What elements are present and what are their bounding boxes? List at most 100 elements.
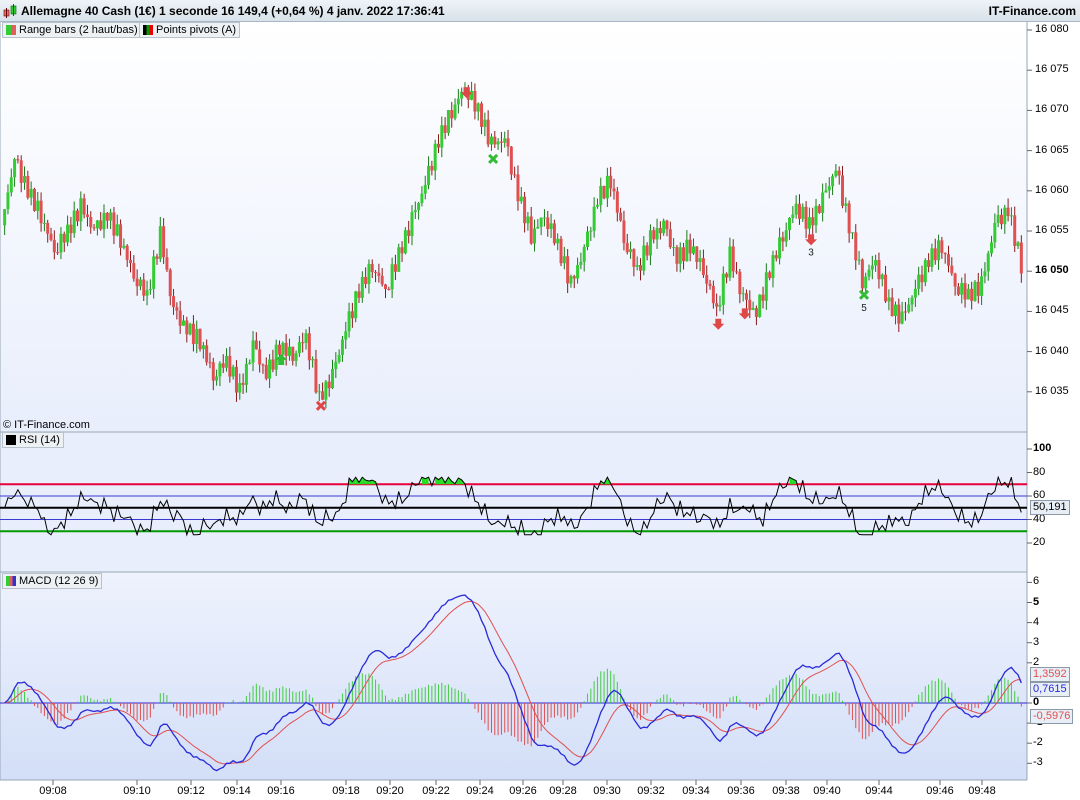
legend-label: Range bars (2 haut/bas)	[19, 24, 138, 36]
candle-up	[344, 331, 348, 340]
legend-pivot-points[interactable]: Points pivots (A)	[139, 22, 241, 38]
candle-down	[841, 175, 845, 206]
rsi-swatch-icon	[6, 435, 16, 445]
candle-down	[76, 210, 80, 222]
candle-down	[258, 349, 262, 365]
price-axis-label: 16 060	[1035, 183, 1069, 196]
candle-down	[711, 285, 715, 304]
candle-down	[999, 214, 1003, 225]
price-axis-label: 16 035	[1035, 384, 1069, 397]
macd-signal-value-box: 1,3592	[1030, 667, 1070, 682]
legend-macd[interactable]: MACD (12 26 9)	[2, 573, 103, 589]
candle-down	[46, 222, 50, 234]
candle-down	[264, 364, 268, 379]
candle-down	[254, 340, 258, 350]
candle-up	[980, 276, 984, 296]
candle-down	[191, 323, 195, 344]
candle-up	[542, 217, 546, 219]
candle-down	[658, 228, 662, 234]
chart-canvas[interactable]: 35	[0, 0, 1080, 800]
candle-up	[218, 363, 222, 377]
candle-up	[519, 196, 523, 202]
candle-down	[271, 359, 275, 370]
legend-range-bars[interactable]: Range bars (2 haut/bas)	[2, 22, 142, 38]
candle-down	[52, 239, 56, 253]
candle-down	[261, 364, 265, 366]
candle-down	[493, 136, 497, 145]
candle-down	[566, 256, 570, 284]
candle-up	[990, 242, 994, 254]
candle-up	[655, 228, 659, 240]
candle-up	[225, 355, 229, 368]
candle-up	[66, 224, 70, 243]
candle-up	[188, 323, 192, 335]
candle-down	[572, 276, 576, 279]
pivots-swatch-icon	[143, 25, 153, 35]
candle-down	[715, 303, 719, 307]
candle-down	[927, 260, 931, 267]
time-axis-label: 09:30	[593, 785, 621, 797]
candle-down	[321, 391, 325, 400]
candle-down	[645, 245, 649, 256]
candle-up	[496, 141, 500, 145]
candle-up	[831, 176, 835, 187]
candle-up	[844, 203, 848, 206]
candle-down	[1006, 207, 1010, 217]
candle-up	[238, 383, 242, 393]
candle-down	[622, 220, 626, 244]
candle-up	[287, 346, 291, 356]
candle-up	[900, 311, 904, 324]
legend-label: Points pivots (A)	[156, 24, 237, 36]
candle-up	[476, 103, 480, 112]
candle-down	[19, 160, 23, 183]
candle-up	[533, 228, 537, 244]
candle-down	[738, 271, 742, 295]
candle-down	[480, 103, 484, 127]
candle-up	[605, 175, 609, 199]
legend-label: MACD (12 26 9)	[19, 575, 99, 587]
candle-down	[89, 216, 93, 228]
candle-up	[158, 226, 162, 259]
candle-up	[721, 273, 725, 305]
candle-up	[72, 210, 76, 234]
candle-up	[148, 288, 152, 291]
candle-up	[629, 249, 633, 253]
candle-up	[887, 297, 891, 302]
candle-up	[456, 98, 460, 105]
candle-up	[201, 345, 205, 350]
candle-down	[32, 188, 36, 211]
candle-down	[16, 159, 20, 161]
candle-up	[390, 264, 394, 290]
candle-up	[181, 320, 185, 326]
time-axis-label: 09:48	[968, 785, 996, 797]
candle-down	[748, 299, 752, 311]
candle-up	[801, 206, 805, 219]
candle-down	[327, 381, 331, 389]
candle-up	[367, 264, 371, 284]
candle-down	[552, 223, 556, 244]
candle-down	[701, 258, 705, 275]
candle-down	[357, 291, 361, 298]
candle-down	[291, 346, 295, 361]
candle-down	[744, 293, 748, 300]
candle-down	[1019, 242, 1023, 274]
candle-down	[486, 119, 490, 145]
candle-down	[903, 311, 907, 313]
candle-down	[705, 274, 709, 284]
candle-down	[155, 256, 159, 259]
candle-up	[331, 369, 335, 389]
range-bars-swatch-icon	[6, 25, 16, 35]
candle-down	[725, 273, 729, 278]
candle-up	[483, 119, 487, 127]
candle-down	[688, 239, 692, 254]
candle-up	[834, 170, 838, 177]
time-axis-label: 09:28	[549, 785, 577, 797]
candle-down	[890, 297, 894, 316]
candle-up	[857, 259, 861, 261]
candle-up	[311, 359, 315, 361]
candle-down	[56, 252, 60, 254]
candle-up	[579, 261, 583, 265]
candle-down	[132, 263, 136, 279]
candle-down	[205, 345, 209, 363]
legend-rsi[interactable]: RSI (14)	[2, 432, 64, 448]
